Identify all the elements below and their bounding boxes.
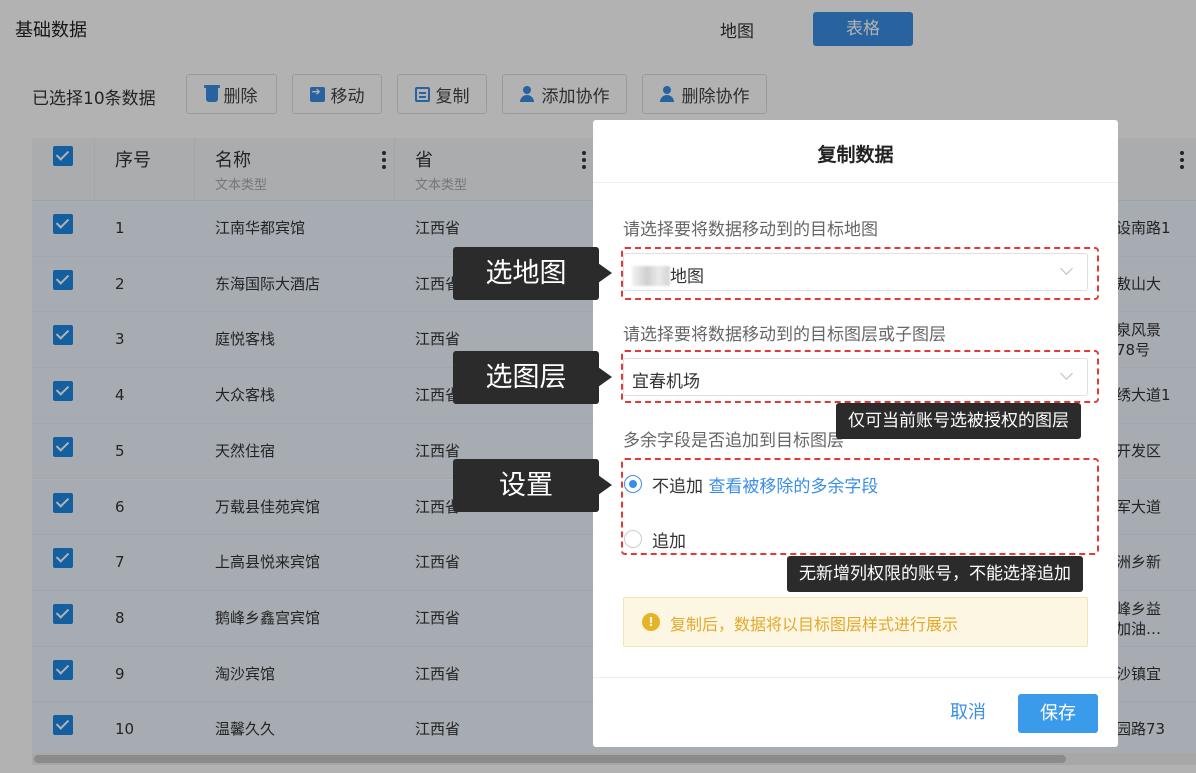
layer-permission-tip: 仅可当前账号选被授权的图层 <box>836 403 1081 439</box>
notice-text: 复制后，数据将以目标图层样式进行展示 <box>670 615 959 634</box>
select-layer-callout: 选图层 <box>453 351 612 404</box>
target-map-label: 请选择要将数据移动到的目标地图 <box>623 220 878 240</box>
target-layer-label: 请选择要将数据移动到的目标图层或子图层 <box>623 325 946 345</box>
layer-select-highlight <box>621 350 1099 403</box>
settings-callout: 设置 <box>453 459 612 512</box>
dialog-footer: 取消 保存 <box>593 677 1118 747</box>
select-map-callout: 选地图 <box>453 247 612 300</box>
cancel-button[interactable]: 取消 <box>936 697 1000 729</box>
dialog-header: 复制数据 <box>593 120 1118 183</box>
map-select-highlight <box>621 247 1099 300</box>
page: 基础数据 地图 表格 已选择10条数据 删除 移动 复制 添加协作 删除协作 序… <box>0 0 1196 773</box>
warning-icon: ! <box>642 613 660 631</box>
settings-highlight <box>621 458 1099 555</box>
save-button[interactable]: 保存 <box>1018 694 1098 733</box>
dialog-title: 复制数据 <box>817 144 894 166</box>
copy-notice: ! 复制后，数据将以目标图层样式进行展示 <box>623 597 1088 647</box>
extra-fields-label: 多余字段是否追加到目标图层 <box>623 431 844 451</box>
append-permission-tip: 无新增列权限的账号，不能选择追加 <box>787 556 1083 592</box>
